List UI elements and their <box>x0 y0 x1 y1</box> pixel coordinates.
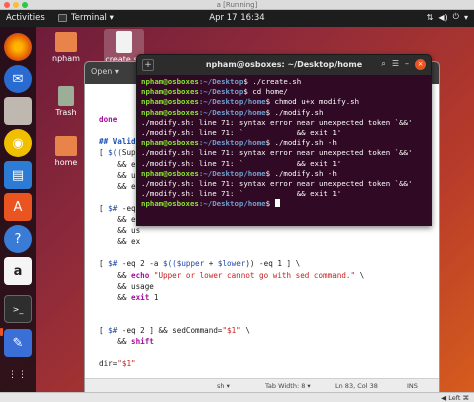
cursor-position: Ln 83, Col 38 <box>335 382 378 390</box>
folder-icon <box>55 136 77 156</box>
host-key-label: ◀ Left ⌘ <box>441 394 469 402</box>
prompt-path: :~/Desktop/home <box>198 97 266 107</box>
dock: ✉ ◉ ▤ A ? a >_ ✎ ⋮⋮ <box>0 27 36 392</box>
terminal-window: + npham@osboxes: ~/Desktop/home ⌕ ☰ – × … <box>136 54 432 226</box>
terminal-output[interactable]: npham@osboxes:~/Desktop$ ./create.sh npha… <box>141 77 427 223</box>
power-icon: ⏻ <box>452 12 459 21</box>
rhythmbox-icon[interactable]: ◉ <box>4 129 32 157</box>
search-icon[interactable]: ⌕ <box>381 59 385 70</box>
command-text: $ chmod u+x modify.sh <box>265 97 360 107</box>
terminal-line: ./modify.sh: line 71: syntax error near … <box>141 148 413 158</box>
thunderbird-icon[interactable]: ✉ <box>4 65 32 93</box>
desktop-icon-label: home <box>54 158 78 167</box>
desktop-icon-trash[interactable]: Trash <box>46 86 86 117</box>
prompt-user: npham@osboxes <box>141 97 199 107</box>
text-editor-icon[interactable]: ✎ <box>4 329 32 357</box>
tray-chevron-icon: ▾ <box>463 12 468 22</box>
clock[interactable]: Apr 17 16:34 <box>0 13 474 23</box>
code-line: ​ <box>99 303 364 314</box>
menu-icon[interactable]: ☰ <box>392 59 399 70</box>
home-folder-icon <box>55 32 77 52</box>
terminal-line: ./modify.sh: line 71: ` && exit 1' <box>141 158 342 168</box>
open-button[interactable]: Open ▾ <box>91 67 119 76</box>
code-line: && exit 1 <box>99 292 159 302</box>
terminal-line: npham@osboxes:~/Desktop$ cd home/ <box>141 87 427 97</box>
terminal-line: npham@osboxes:~/Desktop/home$ ./modify.s… <box>141 169 427 179</box>
system-tray[interactable]: ⇅ ◀) ⏻ ▾ <box>427 12 468 22</box>
prompt-path: :~/Desktop <box>198 77 244 86</box>
code-line: && ex <box>99 237 141 247</box>
gnome-top-bar: Activities Terminal ▾ Apr 17 16:34 ⇅ ◀) … <box>0 10 474 27</box>
desktop-icon-home[interactable]: home <box>46 136 86 167</box>
vm-window-titlebar: a [Running] <box>0 0 474 10</box>
close-icon[interactable]: × <box>415 59 426 70</box>
code-line: && shift <box>99 337 154 347</box>
prompt-path: :~/Desktop/home <box>198 168 266 178</box>
terminal-line: ./modify.sh: line 71: ` && exit 1' <box>141 128 342 138</box>
help-icon[interactable]: ? <box>4 225 32 253</box>
desktop-icon-label: Trash <box>55 108 77 117</box>
script-file-icon <box>116 31 132 53</box>
prompt-user: npham@osboxes <box>141 168 199 178</box>
software-center-icon[interactable]: A <box>4 193 32 221</box>
prompt-path: :~/Desktop/home <box>198 107 266 117</box>
amazon-icon[interactable]: a <box>4 257 32 285</box>
terminal-line: npham@osboxes:~/Desktop/home$ ./modify.s… <box>141 138 427 148</box>
libreoffice-writer-icon[interactable]: ▤ <box>4 161 32 189</box>
command-text: $ ./modify.sh -h <box>265 138 337 148</box>
code-line: && echo "Upper or lower cannot go with s… <box>99 270 365 280</box>
trash-icon <box>58 86 74 106</box>
terminal-line: npham@osboxes:~/Desktop$ ./create.sh <box>141 77 427 87</box>
terminal-line: ./modify.sh: line 71: syntax error near … <box>141 179 413 189</box>
code-line: [ $# -eq 2 -a $(($upper + $lower)) -eq 1… <box>99 259 301 269</box>
active-app-indicator <box>0 328 3 336</box>
command-text: $ <box>265 199 275 209</box>
code-line: ​ <box>99 247 364 258</box>
prompt-user: npham@osboxes <box>141 138 199 148</box>
prompt-path: :~/Desktop/home <box>198 199 266 209</box>
code-line: ​ <box>99 314 364 325</box>
prompt-user: npham@osboxes <box>141 77 199 86</box>
code-line: [ $# -eq 2 ] && sedCommand="$1" \ <box>99 325 250 335</box>
command-text: $ cd home/ <box>243 87 288 97</box>
terminal-icon[interactable]: >_ <box>4 295 32 323</box>
volume-icon: ◀) <box>438 12 448 22</box>
terminal-cursor <box>274 199 280 208</box>
tab-width-selector[interactable]: Tab Width: 8 ▾ <box>265 382 311 390</box>
network-icon: ⇅ <box>426 12 434 22</box>
vm-window-title: a [Running] <box>216 1 258 9</box>
command-text: $ ./create.sh <box>243 77 302 86</box>
prompt-path: :~/Desktop <box>198 87 244 97</box>
language-selector[interactable]: sh ▾ <box>217 382 230 390</box>
desktop-icon-label: npham <box>52 54 80 63</box>
code-line: && us <box>99 226 141 236</box>
firefox-icon[interactable] <box>4 33 32 61</box>
terminal-line: ./modify.sh: line 71: syntax error near … <box>141 117 413 127</box>
command-text: $ ./modify.sh <box>265 107 324 117</box>
insert-mode: INS <box>407 382 418 390</box>
prompt-user: npham@osboxes <box>141 107 199 117</box>
show-apps-icon[interactable]: ⋮⋮ <box>4 361 32 389</box>
vm-statusbar: ◀ Left ⌘ <box>0 392 474 402</box>
prompt-path: :~/Desktop/home <box>198 138 266 148</box>
code-line: ​ <box>99 347 364 358</box>
prompt-user: npham@osboxes <box>141 87 199 97</box>
prompt-user: npham@osboxes <box>141 199 199 209</box>
code-line: dir="$1" <box>99 359 136 369</box>
minimize-icon[interactable]: – <box>405 59 409 70</box>
command-text: $ ./modify.sh -h <box>265 168 337 178</box>
files-icon[interactable] <box>4 97 32 125</box>
terminal-line: ./modify.sh: line 71: ` && exit 1' <box>141 189 342 199</box>
terminal-line: npham@osboxes:~/Desktop/home$ chmod u+x … <box>141 97 427 107</box>
terminal-line: npham@osboxes:~/Desktop/home$ <box>141 199 427 209</box>
terminal-headerbar: + npham@osboxes: ~/Desktop/home ⌕ ☰ – × <box>137 55 431 75</box>
text-editor-statusbar: sh ▾ Tab Width: 8 ▾ Ln 83, Col 38 INS <box>85 378 439 392</box>
terminal-line: npham@osboxes:~/Desktop/home$ ./modify.s… <box>141 108 427 118</box>
code-line: && usage <box>99 281 154 291</box>
desktop-icon-npham[interactable]: npham <box>46 32 86 63</box>
terminal-window-controls: ⌕ ☰ – × <box>381 59 426 70</box>
